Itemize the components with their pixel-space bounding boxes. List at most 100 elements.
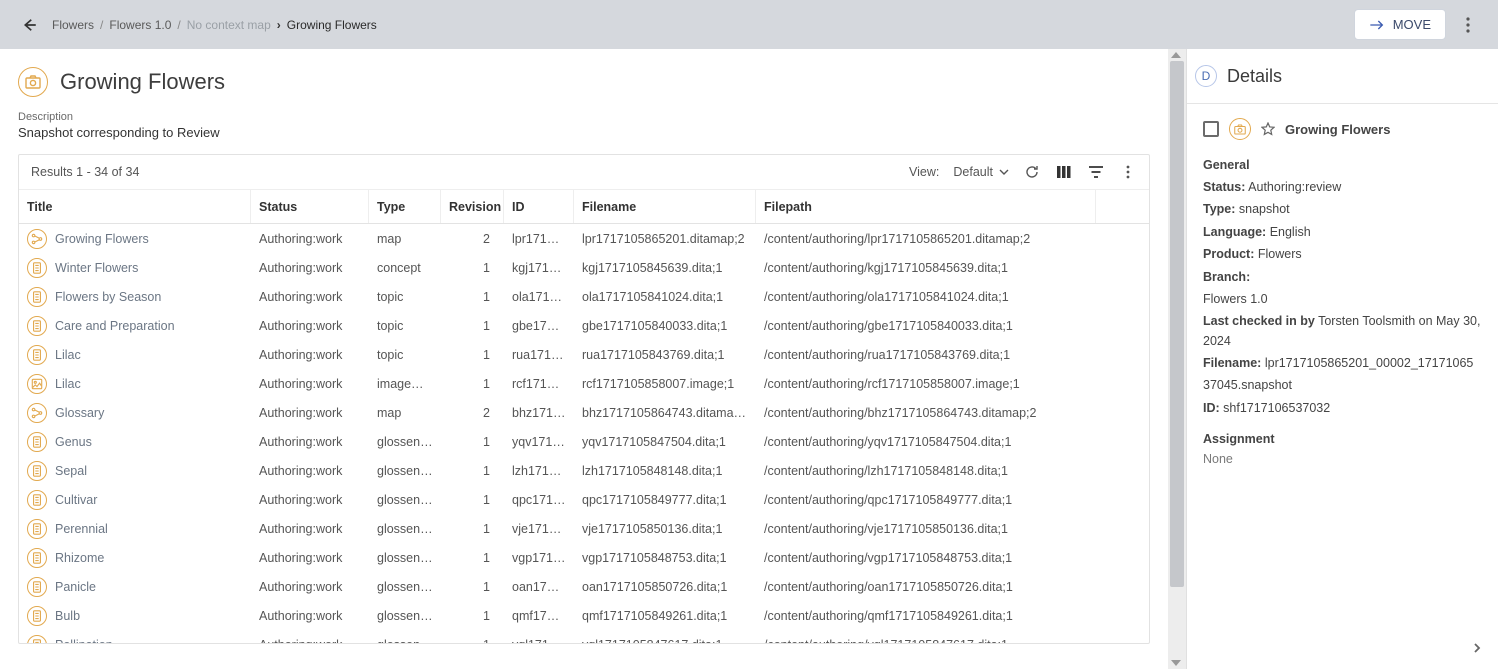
table-row[interactable]: Winter FlowersAuthoring:workconcept1kgj1… (19, 253, 1149, 282)
select-checkbox[interactable] (1203, 121, 1219, 137)
row-filepath: /content/authoring/yql1717105847617.dita… (756, 638, 1096, 644)
table-row[interactable]: CultivarAuthoring:workglossentry1qpc1717… (19, 485, 1149, 514)
row-title-link[interactable]: Lilac (55, 348, 81, 362)
crumb-2[interactable]: Flowers 1.0 (109, 18, 171, 32)
description-value: Snapshot corresponding to Review (18, 125, 1168, 140)
row-filepath: /content/authoring/qpc1717105849777.dita… (756, 493, 1096, 507)
crumb-3[interactable]: No context map (187, 18, 271, 32)
row-type: concept (369, 261, 441, 275)
row-filename: ola1717105841024.dita;1 (574, 290, 756, 304)
table-row[interactable]: PollinationAuthoring:workglossentry1yql1… (19, 630, 1149, 643)
col-type[interactable]: Type (369, 190, 441, 223)
row-title-link[interactable]: Glossary (55, 406, 104, 420)
columns-icon[interactable] (1055, 163, 1073, 181)
branch-value: Flowers 1.0 (1203, 292, 1268, 306)
row-filename: vgp1717105848753.dita;1 (574, 551, 756, 565)
row-filename: yqv1717105847504.dita;1 (574, 435, 756, 449)
row-title-link[interactable]: Panicle (55, 580, 96, 594)
col-revision[interactable]: Revision (441, 190, 504, 223)
table-row[interactable]: BulbAuthoring:workglossentry1qmf1717…qmf… (19, 601, 1149, 630)
row-filepath: /content/authoring/qmf1717105849261.dita… (756, 609, 1096, 623)
details-item-title: Growing Flowers (1285, 122, 1390, 137)
row-status: Authoring:work (251, 464, 369, 478)
row-title-link[interactable]: Winter Flowers (55, 261, 138, 275)
back-arrow-icon[interactable] (20, 16, 38, 34)
table-row[interactable]: LilacAuthoring:workimageme…1rcf17171…rcf… (19, 369, 1149, 398)
row-title-link[interactable]: Genus (55, 435, 92, 449)
row-title-link[interactable]: Cultivar (55, 493, 97, 507)
row-id: lzh17171… (504, 464, 574, 478)
row-type: topic (369, 319, 441, 333)
row-revision: 1 (441, 319, 504, 333)
row-title-link[interactable]: Rhizome (55, 551, 104, 565)
row-status: Authoring:work (251, 638, 369, 644)
row-status: Authoring:work (251, 377, 369, 391)
favorite-star-icon[interactable] (1261, 122, 1275, 136)
row-id: rcf17171… (504, 377, 574, 391)
col-title[interactable]: Title (19, 190, 251, 223)
row-id: rua17171… (504, 348, 574, 362)
row-status: Authoring:work (251, 435, 369, 449)
row-id: qmf1717… (504, 609, 574, 623)
row-type: imageme… (369, 377, 441, 391)
row-filepath: /content/authoring/lpr1717105865201.dita… (756, 232, 1096, 246)
table-row[interactable]: RhizomeAuthoring:workglossentry1vgp1717…… (19, 543, 1149, 572)
col-filepath[interactable]: Filepath (756, 190, 1096, 223)
row-filename: qmf1717105849261.dita;1 (574, 609, 756, 623)
collapse-panel-icon[interactable] (1466, 637, 1488, 659)
table-row[interactable]: Care and PreparationAuthoring:worktopic1… (19, 311, 1149, 340)
row-revision: 1 (441, 522, 504, 536)
row-filepath: /content/authoring/rcf1717105858007.imag… (756, 377, 1096, 391)
col-status[interactable]: Status (251, 190, 369, 223)
row-title-link[interactable]: Flowers by Season (55, 290, 161, 304)
row-title-link[interactable]: Perennial (55, 522, 108, 536)
row-type-icon (27, 461, 47, 481)
row-filepath: /content/authoring/bhz1717105864743.dita… (756, 406, 1096, 420)
view-dropdown[interactable]: Default (953, 165, 1009, 179)
table-row[interactable]: GenusAuthoring:workglossentry1yqv1717…yq… (19, 427, 1149, 456)
page-scrollbar[interactable] (1168, 49, 1186, 669)
row-title-link[interactable]: Bulb (55, 609, 80, 623)
row-filename: lpr1717105865201.ditamap;2 (574, 232, 756, 246)
more-menu-icon[interactable] (1458, 15, 1478, 35)
row-title-link[interactable]: Lilac (55, 377, 81, 391)
filter-icon[interactable] (1087, 163, 1105, 181)
assignment-section-label: Assignment (1203, 432, 1482, 446)
row-filepath: /content/authoring/gbe1717105840033.dita… (756, 319, 1096, 333)
table-body[interactable]: Growing FlowersAuthoring:workmap2lpr1717… (19, 224, 1149, 643)
row-title-link[interactable]: Growing Flowers (55, 232, 149, 246)
col-id[interactable]: ID (504, 190, 574, 223)
row-type: map (369, 232, 441, 246)
row-type: glossentry (369, 464, 441, 478)
row-filename: gbe1717105840033.dita;1 (574, 319, 756, 333)
table-row[interactable]: Flowers by SeasonAuthoring:worktopic1ola… (19, 282, 1149, 311)
table-row[interactable]: GlossaryAuthoring:workmap2bhz1717…bhz171… (19, 398, 1149, 427)
results-count: Results 1 - 34 of 34 (31, 165, 139, 179)
row-title-link[interactable]: Sepal (55, 464, 87, 478)
row-type-icon (27, 287, 47, 307)
table-row[interactable]: Growing FlowersAuthoring:workmap2lpr1717… (19, 224, 1149, 253)
refresh-icon[interactable] (1023, 163, 1041, 181)
details-badge-icon: D (1195, 65, 1217, 87)
row-type-icon (27, 229, 47, 249)
table-row[interactable]: PerennialAuthoring:workglossentry1vje171… (19, 514, 1149, 543)
col-filename[interactable]: Filename (574, 190, 756, 223)
row-title-link[interactable]: Pollination (55, 638, 113, 644)
crumb-1[interactable]: Flowers (52, 18, 94, 32)
row-type-icon (27, 519, 47, 539)
table-row[interactable]: PanicleAuthoring:workglossentry1oan1717…… (19, 572, 1149, 601)
row-revision: 1 (441, 435, 504, 449)
row-id: gbe1717… (504, 319, 574, 333)
move-button[interactable]: MOVE (1354, 9, 1446, 40)
type-value: snapshot (1239, 202, 1290, 216)
row-revision: 1 (441, 580, 504, 594)
row-id: kgj17171… (504, 261, 574, 275)
table-row[interactable]: LilacAuthoring:worktopic1rua17171…rua171… (19, 340, 1149, 369)
table-more-icon[interactable] (1119, 163, 1137, 181)
row-filename: oan1717105850726.dita;1 (574, 580, 756, 594)
row-title-link[interactable]: Care and Preparation (55, 319, 175, 333)
row-status: Authoring:work (251, 580, 369, 594)
row-type-icon (27, 635, 47, 644)
table-row[interactable]: SepalAuthoring:workglossentry1lzh17171…l… (19, 456, 1149, 485)
row-type-icon (27, 606, 47, 626)
